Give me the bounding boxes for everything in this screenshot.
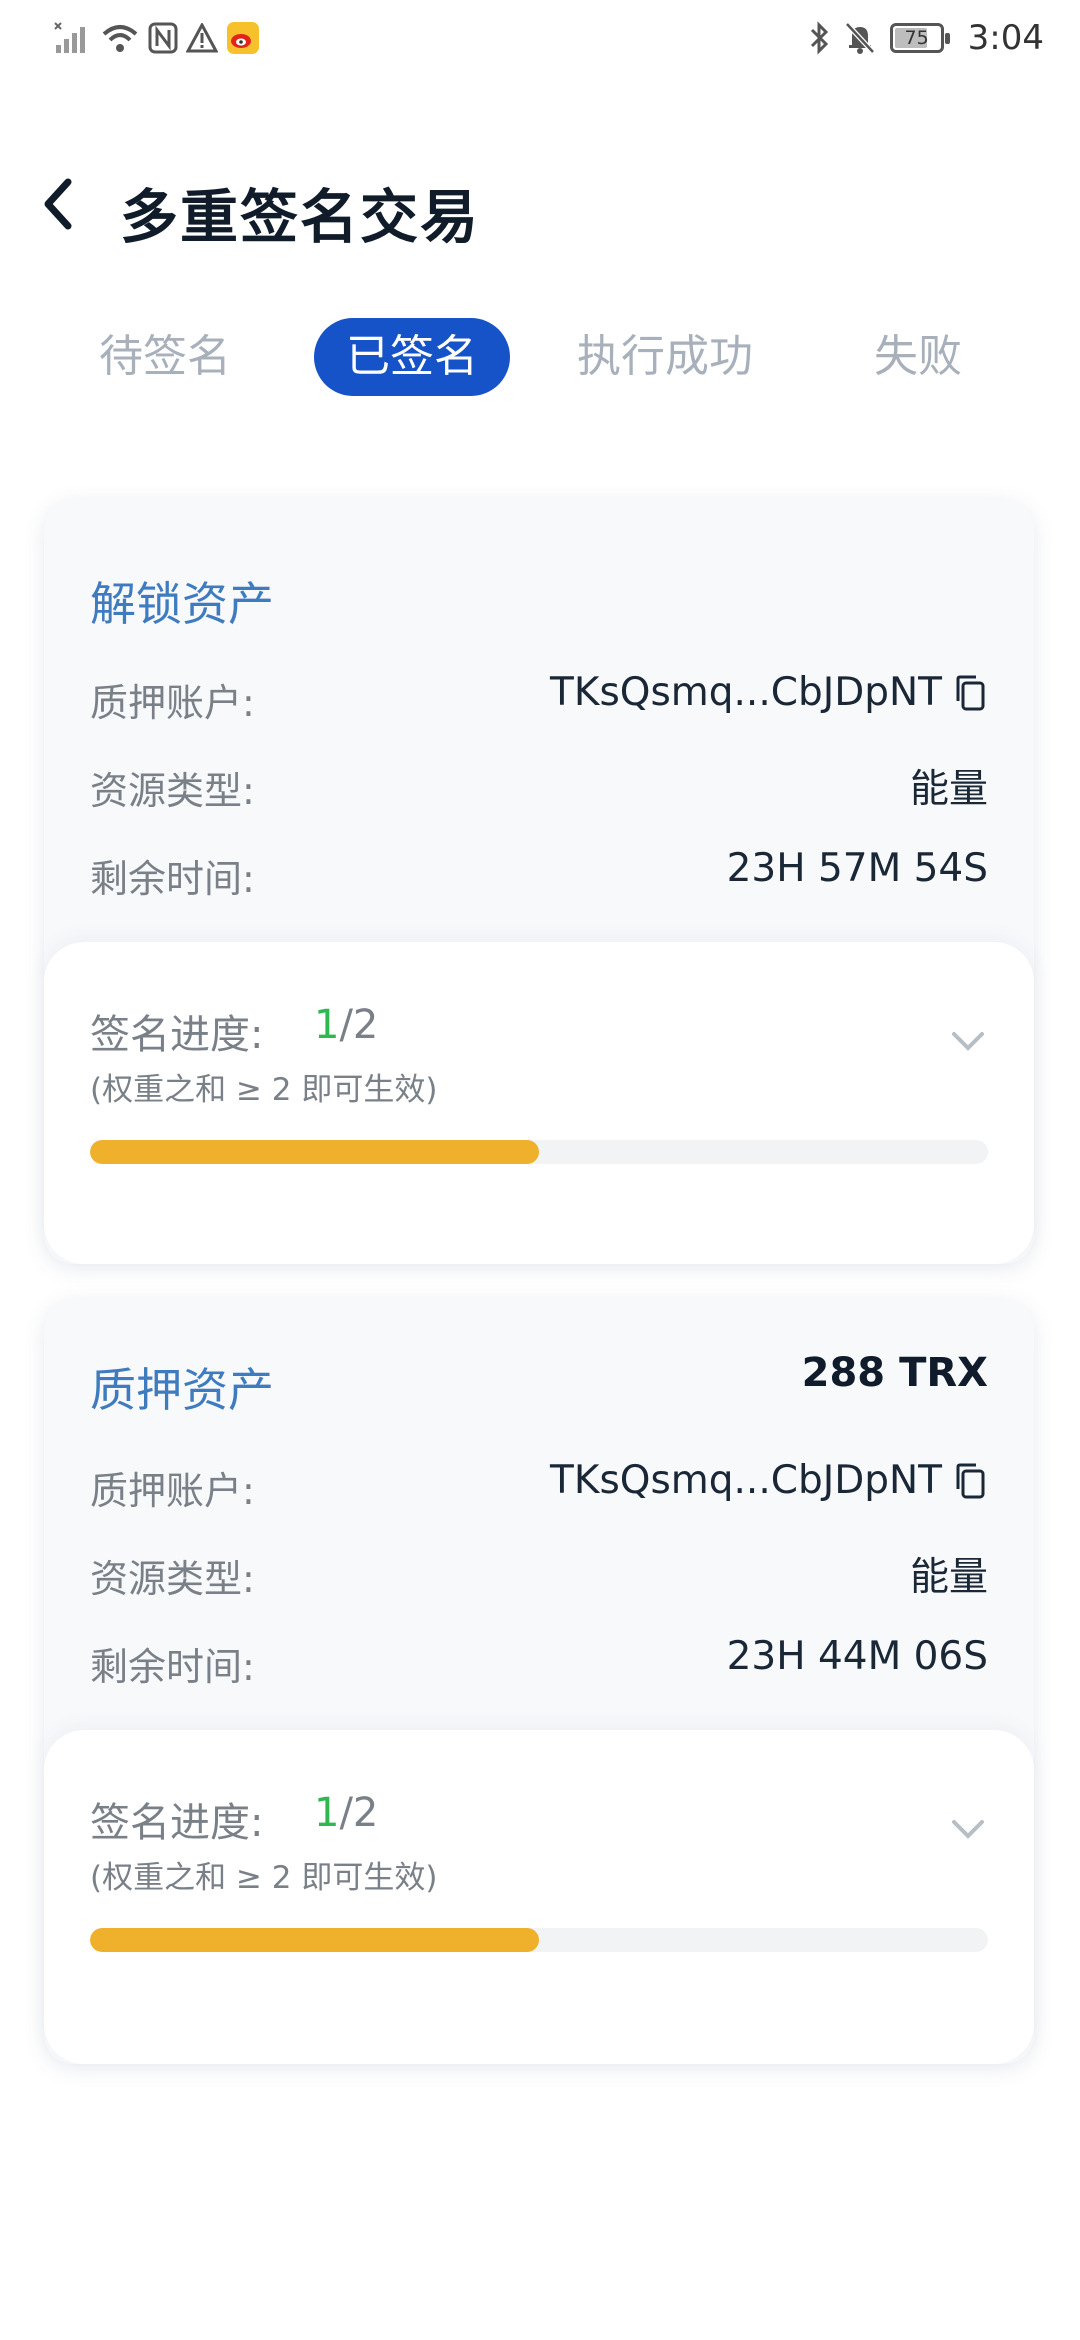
row-label: 剩余时间: bbox=[90, 857, 255, 901]
status-bar: 75 3:04 bbox=[0, 0, 1080, 78]
tab-pending[interactable]: 待签名 bbox=[60, 318, 270, 396]
row-label: 资源类型: bbox=[90, 769, 255, 813]
signing-progress-panel[interactable]: 签名进度: 1/2 (权重之和 ≥ 2 即可生效) bbox=[44, 942, 1034, 1264]
progress-label: 签名进度: bbox=[90, 1012, 264, 1058]
progress-count: 1/2 bbox=[314, 1002, 378, 1048]
warning-icon bbox=[186, 23, 218, 53]
remaining-time-value: 23H 57M 54S bbox=[726, 846, 988, 891]
chevron-down-icon[interactable] bbox=[946, 1020, 990, 1064]
battery-label: 75 bbox=[904, 27, 929, 49]
progress-hint: (权重之和 ≥ 2 即可生效) bbox=[90, 1072, 438, 1108]
transaction-card[interactable]: 质押资产 288 TRX 质押账户: TKsQsmq...CbJDpNT 资源类… bbox=[44, 1300, 1034, 2064]
back-button[interactable] bbox=[26, 172, 90, 236]
wifi-icon bbox=[100, 22, 140, 54]
total-count: /2 bbox=[339, 1002, 379, 1048]
transaction-card[interactable]: 解锁资产 质押账户: TKsQsmq...CbJDpNT 资源类型: 能量 剩余… bbox=[44, 500, 1034, 1264]
card-title: 解锁资产 bbox=[90, 577, 274, 631]
signed-count: 1 bbox=[314, 1002, 340, 1048]
copy-icon[interactable] bbox=[952, 1461, 988, 1501]
row-label: 剩余时间: bbox=[90, 1645, 255, 1689]
signal-icon bbox=[54, 21, 92, 55]
status-left-icons bbox=[54, 18, 260, 58]
copy-icon[interactable] bbox=[952, 673, 988, 713]
resource-type-value: 能量 bbox=[909, 1555, 988, 1600]
remaining-time-value: 23H 44M 06S bbox=[726, 1634, 988, 1679]
card-title: 质押资产 bbox=[90, 1363, 274, 1417]
staking-account-value: TKsQsmq...CbJDpNT bbox=[550, 1458, 988, 1503]
progress-track bbox=[90, 1928, 988, 1952]
resource-type-value: 能量 bbox=[909, 767, 988, 812]
card-amount: 288 TRX bbox=[801, 1350, 988, 1396]
header: 多重签名交易 bbox=[0, 150, 1080, 260]
staking-account-value: TKsQsmq...CbJDpNT bbox=[550, 670, 988, 715]
tab-executed[interactable]: 执行成功 bbox=[560, 318, 770, 396]
back-arrow-icon bbox=[44, 178, 72, 230]
progress-hint: (权重之和 ≥ 2 即可生效) bbox=[90, 1860, 438, 1896]
tab-bar: 待签名 已签名 执行成功 失败 bbox=[0, 312, 1080, 402]
progress-count: 1/2 bbox=[314, 1790, 378, 1836]
progress-label: 签名进度: bbox=[90, 1800, 264, 1846]
nfc-icon bbox=[148, 22, 178, 54]
account-address: TKsQsmq...CbJDpNT bbox=[550, 1458, 942, 1503]
signed-count: 1 bbox=[314, 1790, 340, 1836]
tab-signed[interactable]: 已签名 bbox=[314, 318, 510, 396]
chevron-down-icon[interactable] bbox=[946, 1808, 990, 1852]
row-label: 质押账户: bbox=[90, 681, 255, 725]
battery-icon: 75 bbox=[889, 23, 950, 53]
status-right-icons: 75 3:04 bbox=[808, 16, 1044, 60]
page-title: 多重签名交易 bbox=[120, 183, 481, 251]
bluetooth-icon bbox=[808, 21, 830, 55]
status-time: 3:04 bbox=[967, 18, 1044, 58]
progress-fill bbox=[90, 1928, 539, 1952]
row-label: 质押账户: bbox=[90, 1469, 255, 1513]
progress-track bbox=[90, 1140, 988, 1164]
bell-off-icon bbox=[844, 21, 876, 55]
weibo-icon bbox=[226, 21, 260, 55]
account-address: TKsQsmq...CbJDpNT bbox=[550, 670, 942, 715]
row-label: 资源类型: bbox=[90, 1557, 255, 1601]
total-count: /2 bbox=[339, 1790, 379, 1836]
progress-fill bbox=[90, 1140, 539, 1164]
signing-progress-panel[interactable]: 签名进度: 1/2 (权重之和 ≥ 2 即可生效) bbox=[44, 1730, 1034, 2064]
tab-failed[interactable]: 失败 bbox=[848, 318, 988, 396]
